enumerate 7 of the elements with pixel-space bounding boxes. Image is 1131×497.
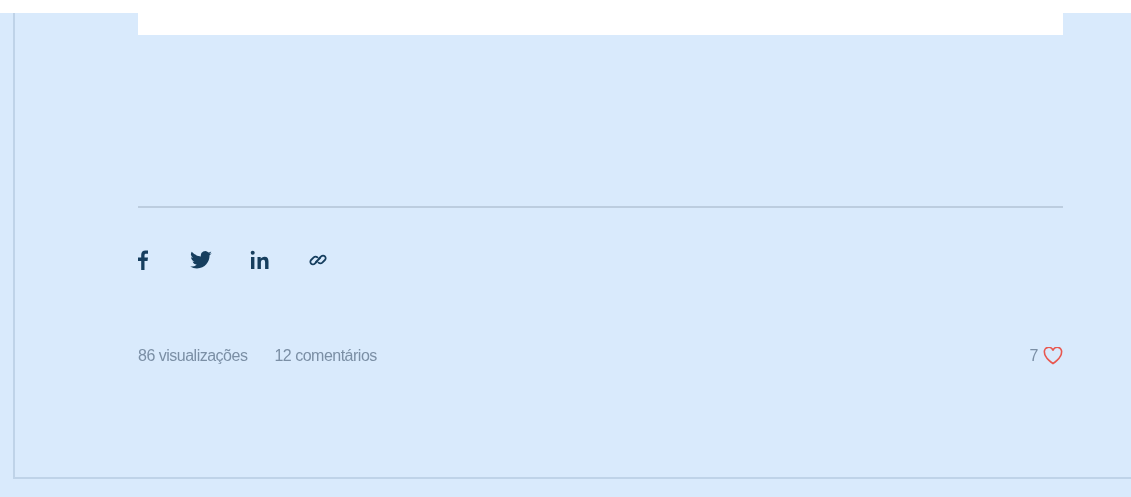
- facebook-icon[interactable]: [138, 250, 148, 270]
- heart-icon[interactable]: [1043, 347, 1063, 365]
- linkedin-icon[interactable]: [250, 250, 270, 270]
- views-count: 86 visualizações: [138, 347, 248, 365]
- likes-count: 7: [1029, 347, 1038, 365]
- twitter-icon[interactable]: [190, 251, 212, 269]
- comments-link[interactable]: 12 comentários: [274, 347, 377, 365]
